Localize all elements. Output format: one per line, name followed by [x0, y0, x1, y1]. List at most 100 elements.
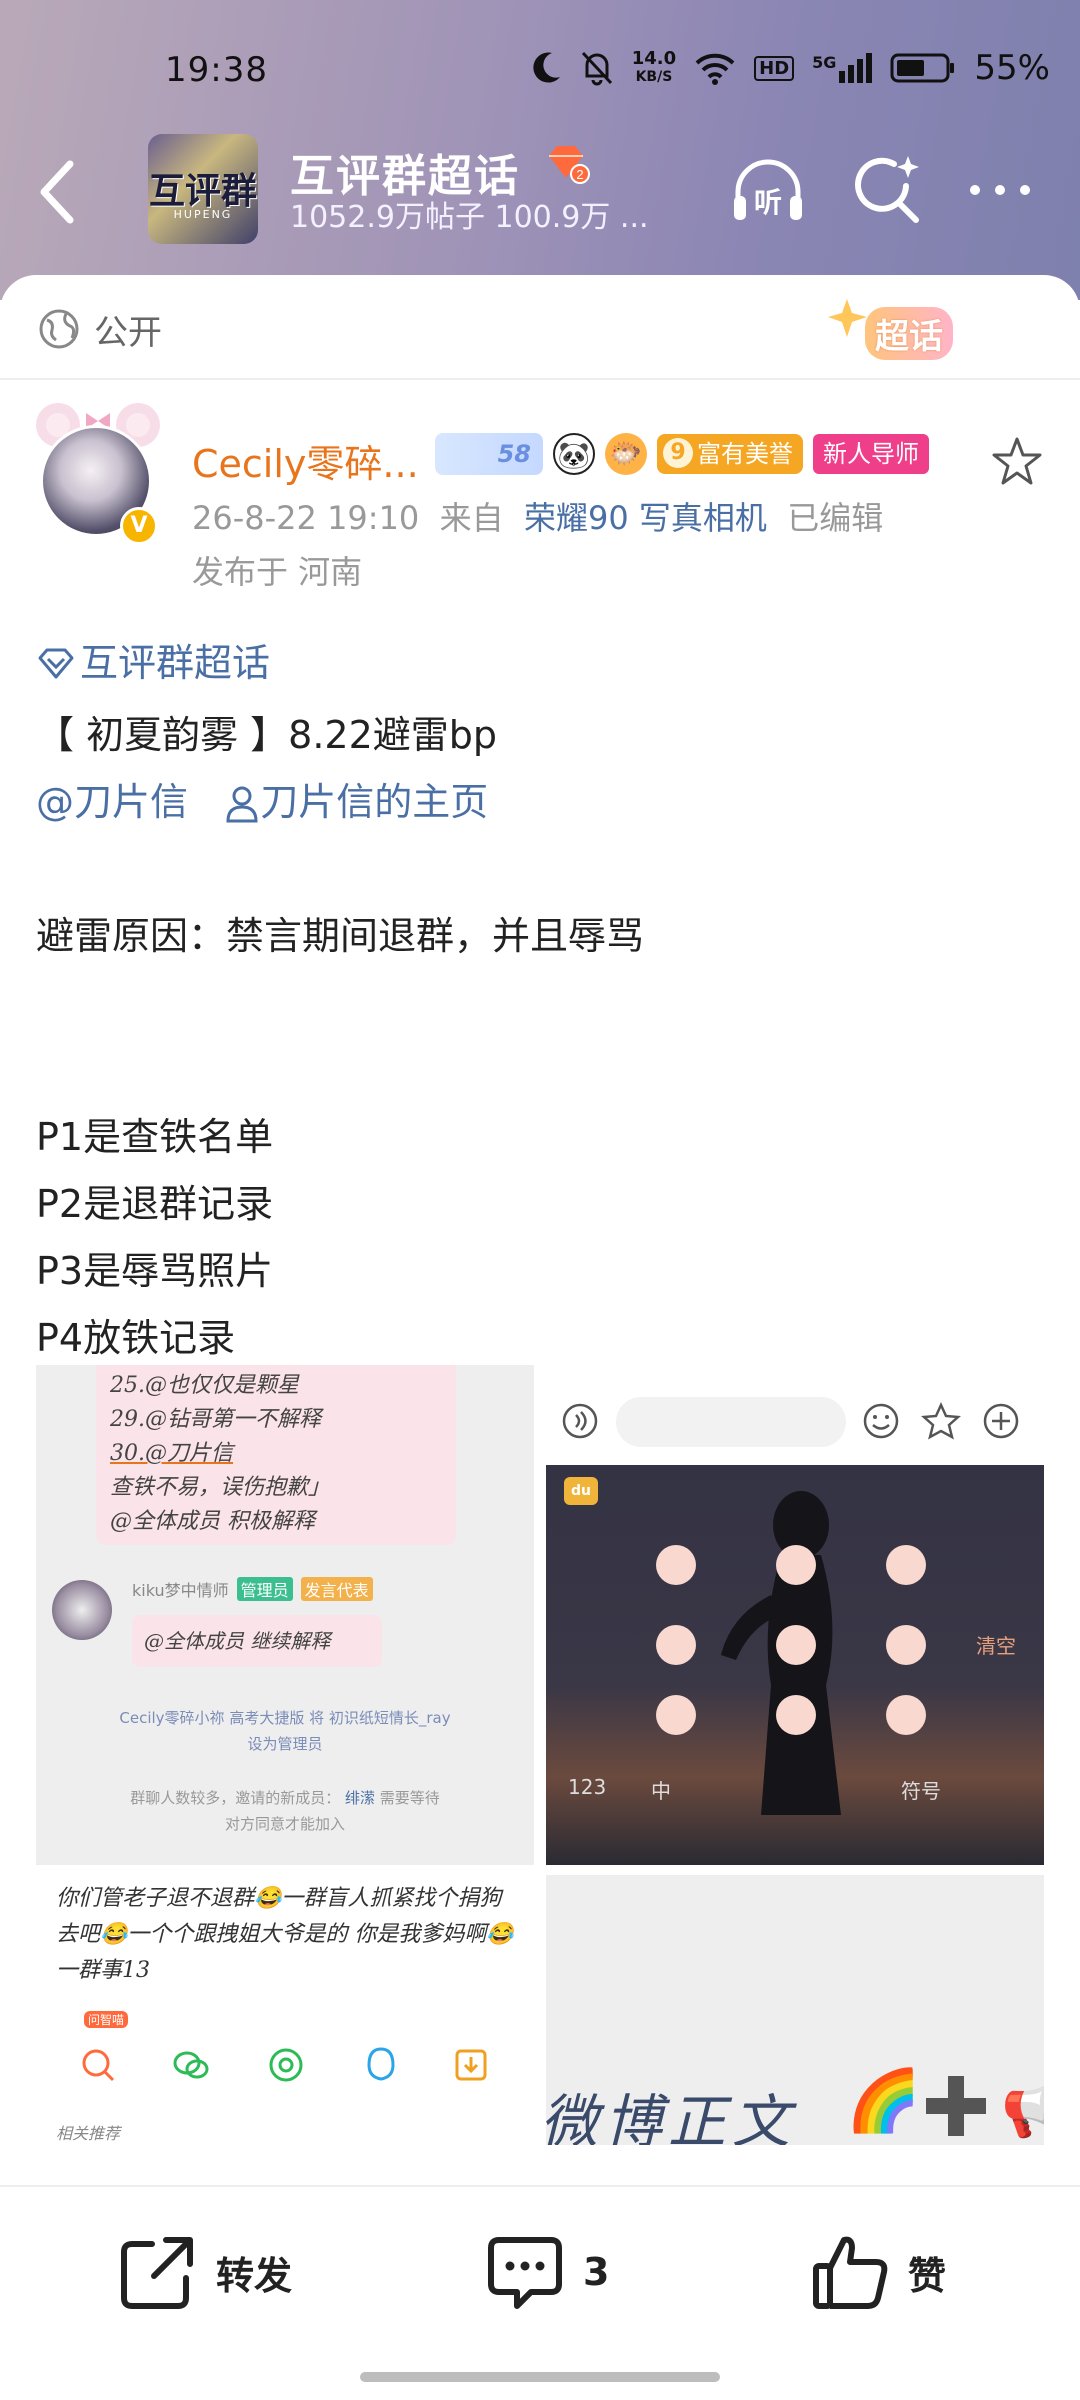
key-emoji: [656, 1695, 696, 1735]
badge-rich[interactable]: 富有美誉: [657, 434, 803, 474]
more-icon[interactable]: [965, 170, 1035, 210]
topic-link[interactable]: 互评群超话: [36, 630, 270, 697]
chat-bubble: @全体成员 继续解释: [132, 1615, 382, 1667]
visibility-row: 公开 超话: [0, 275, 1080, 380]
home-indicator[interactable]: [360, 2372, 720, 2382]
like-label: 赞: [908, 2253, 947, 2298]
post-source[interactable]: 荣耀90 写真相机: [524, 499, 767, 537]
post-body: 互评群超话 【 初夏韵雾 】8.22避雷bp @刀片信 刀片信的主页 避雷原因：…: [36, 630, 1046, 1372]
image-grid: 25.@也仅仅是颗星 29.@钻哥第一不解释 30.@刀片信 查铁不易，误伤抱歉…: [36, 1365, 1044, 2145]
status-icons: 14.0 KB/S HD 5G 55%: [532, 48, 1050, 88]
verified-icon: V: [120, 507, 158, 545]
mute-bell-icon: [581, 51, 612, 86]
author-name[interactable]: Cecily零碎...: [192, 433, 419, 488]
net-speed: 14.0 KB/S: [631, 48, 677, 85]
title-bar: 互评群 HUPENG 互评群超话 2 1052.9万帖子 100.9万 ... …: [0, 130, 1080, 260]
post-edited[interactable]: 已编辑: [787, 499, 883, 537]
listen-icon[interactable]: 听: [728, 152, 808, 232]
post-image-2[interactable]: du 清空 123 中 符号: [546, 1365, 1044, 1865]
save-image-icon: [455, 2049, 487, 2081]
key-emoji: [776, 1545, 816, 1585]
hd-icon: HD: [754, 55, 795, 81]
battery-icon: [890, 53, 955, 83]
action-bar: 转发 3 赞: [0, 2185, 1080, 2400]
chat-system-msg: 设为管理员: [247, 1735, 323, 1753]
sticker-icon: [921, 1401, 961, 1440]
post-p2: P2是退群记录: [36, 1181, 274, 1226]
homepage-link[interactable]: 刀片信的主页: [224, 780, 488, 824]
post-p4: P4放铁记录: [36, 1315, 236, 1360]
related-label: 相关推荐: [56, 2124, 121, 2143]
panda-icon[interactable]: 🐼: [553, 433, 595, 475]
key-emoji: [886, 1695, 926, 1735]
post-location: 发布于 河南: [192, 553, 363, 591]
chat-line: 30.@刀片信: [110, 1441, 233, 1466]
chat-message: 你们管老子退不退群😂一群盲人抓紧找个捐狗去吧😂一个个跟拽姐大爷是的 你是我爹妈啊…: [56, 1886, 514, 1983]
post-card: 公开 超话 V Cecily零碎... 58 🐼 🐡 富有美誉 新人导师 26-: [0, 275, 1080, 2185]
share-button[interactable]: 转发: [118, 2227, 292, 2317]
chat-system-msg: 群聊人数较多，邀请的新成员： 绯潆 需要等待: [130, 1789, 440, 1807]
badge-mentor[interactable]: 新人导师: [813, 434, 929, 474]
key-emoji: [886, 1625, 926, 1665]
share-icon: [121, 2237, 193, 2309]
post-time: 26-8-22 19:10: [192, 499, 420, 537]
moments-icon: [269, 2048, 303, 2082]
topic-avatar[interactable]: 互评群 HUPENG: [148, 134, 258, 244]
voice-icon: [562, 1403, 598, 1439]
key-emoji: [776, 1625, 816, 1665]
level-badge-icon: 2: [549, 146, 590, 184]
keyboard: du 清空 123 中 符号: [546, 1465, 1044, 1865]
key-symbol: 符号: [901, 1779, 941, 1803]
plus-icon: [983, 1403, 1019, 1439]
person-icon: [226, 786, 258, 823]
post-p3: P3是辱骂照片: [36, 1248, 274, 1293]
qq-icon: [367, 2047, 395, 2081]
post-title-line: 【 初夏韵雾 】8.22避雷bp: [36, 712, 498, 757]
svg-text:听: 听: [754, 186, 782, 219]
post-image-4[interactable]: 微博正文 🌈 📢: [546, 1875, 1044, 2145]
wechat-icon: [173, 2051, 209, 2079]
weibo-body-text: 微博正文: [546, 2088, 797, 2145]
post-image-3[interactable]: 你们管老子退不退群😂一群盲人抓紧找个捐狗去吧😂一个个跟拽姐大爷是的 你是我爹妈啊…: [36, 1875, 534, 2145]
chat-line: 查铁不易，误伤抱歉」: [110, 1475, 331, 1500]
key-emoji: [656, 1545, 696, 1585]
post-image-1[interactable]: 25.@也仅仅是颗星 29.@钻哥第一不解释 30.@刀片信 查铁不易，误伤抱歉…: [36, 1365, 534, 1865]
status-time: 19:38: [165, 50, 268, 90]
search-icon[interactable]: [850, 152, 926, 228]
keyboard-logo: du: [564, 1477, 598, 1505]
share-label: 转发: [216, 2253, 293, 2298]
speaker-icon: 📢: [1001, 2076, 1044, 2141]
key-emoji: [886, 1545, 926, 1585]
chat-input-bar: [546, 1387, 1044, 1457]
chat-system-msg: Cecily零碎小祢 高考大捷版 将 初识纸短情长_ray: [119, 1709, 451, 1727]
moon-icon: [533, 52, 560, 83]
chat-admin-tag: 管理员: [236, 1577, 293, 1601]
star-icon[interactable]: [990, 435, 1044, 489]
badge-sb[interactable]: 58: [435, 433, 543, 475]
author-row: V Cecily零碎... 58 🐼 🐡 富有美誉 新人导师 26-8-22 1…: [0, 395, 1080, 595]
chat-avatar: [52, 1580, 112, 1640]
comment-button[interactable]: 3: [485, 2227, 609, 2317]
key-clear: 清空: [976, 1634, 1016, 1658]
key-cn: 中: [651, 1779, 671, 1803]
fish-icon[interactable]: 🐡: [605, 433, 647, 475]
diamond-icon: [38, 648, 74, 678]
chat-system-msg: 对方同意才能加入: [224, 1815, 345, 1833]
chat-input: [616, 1397, 846, 1447]
plus-icon: [926, 2076, 986, 2136]
comment-icon: [488, 2237, 562, 2309]
svg-text:2: 2: [576, 167, 583, 182]
emoji-icon: [863, 1403, 899, 1439]
comment-count: 3: [583, 2250, 610, 2294]
like-button[interactable]: 赞: [810, 2227, 946, 2317]
visibility-label: 公开: [94, 313, 162, 353]
back-icon[interactable]: [30, 152, 90, 232]
globe-icon: [39, 309, 79, 349]
post-meta: 26-8-22 19:10 来自 荣耀90 写真相机 已编辑: [192, 493, 883, 539]
mention-link[interactable]: @刀片信: [36, 780, 188, 824]
signal-icon: 5G: [812, 53, 873, 83]
ai-tag: 问智喵: [84, 2011, 129, 2028]
chaohua-tag[interactable]: 超话: [825, 295, 985, 365]
chat-line: @全体成员 积极解释: [110, 1509, 315, 1534]
battery-percent: 55%: [974, 48, 1050, 88]
